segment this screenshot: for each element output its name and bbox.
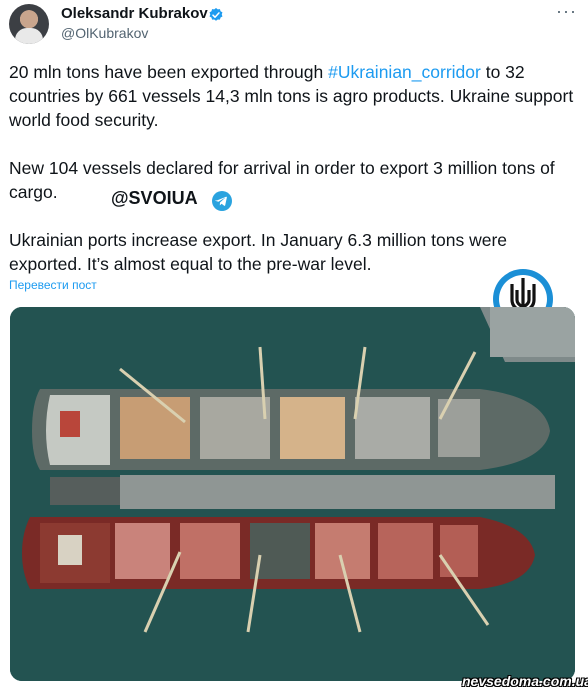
photo-illustration	[10, 307, 575, 681]
more-icon[interactable]: ···	[556, 1, 577, 22]
telegram-icon	[212, 191, 232, 211]
tweet-paragraph-2: New 104 vessels declared for arrival in …	[9, 158, 555, 202]
tweet-text: 20 mln tons have been exported through	[9, 62, 329, 82]
cargo-ships-photo[interactable]	[10, 307, 575, 681]
avatar[interactable]	[9, 4, 49, 44]
verified-icon	[209, 8, 223, 21]
channel-handle-overlay: @SVOIUA	[111, 188, 198, 208]
hashtag-link[interactable]: #Ukrainian_corridor	[328, 62, 481, 82]
author-name[interactable]: Oleksandr Kubrakov	[61, 5, 208, 22]
author-handle[interactable]: @OlKubrakov	[61, 25, 148, 41]
watermark: nevsedoma.com.ua	[462, 673, 588, 689]
translate-post-link[interactable]: Перевести пост	[9, 278, 97, 292]
tweet-paragraph-1: 20 mln tons have been exported through #…	[9, 60, 579, 132]
